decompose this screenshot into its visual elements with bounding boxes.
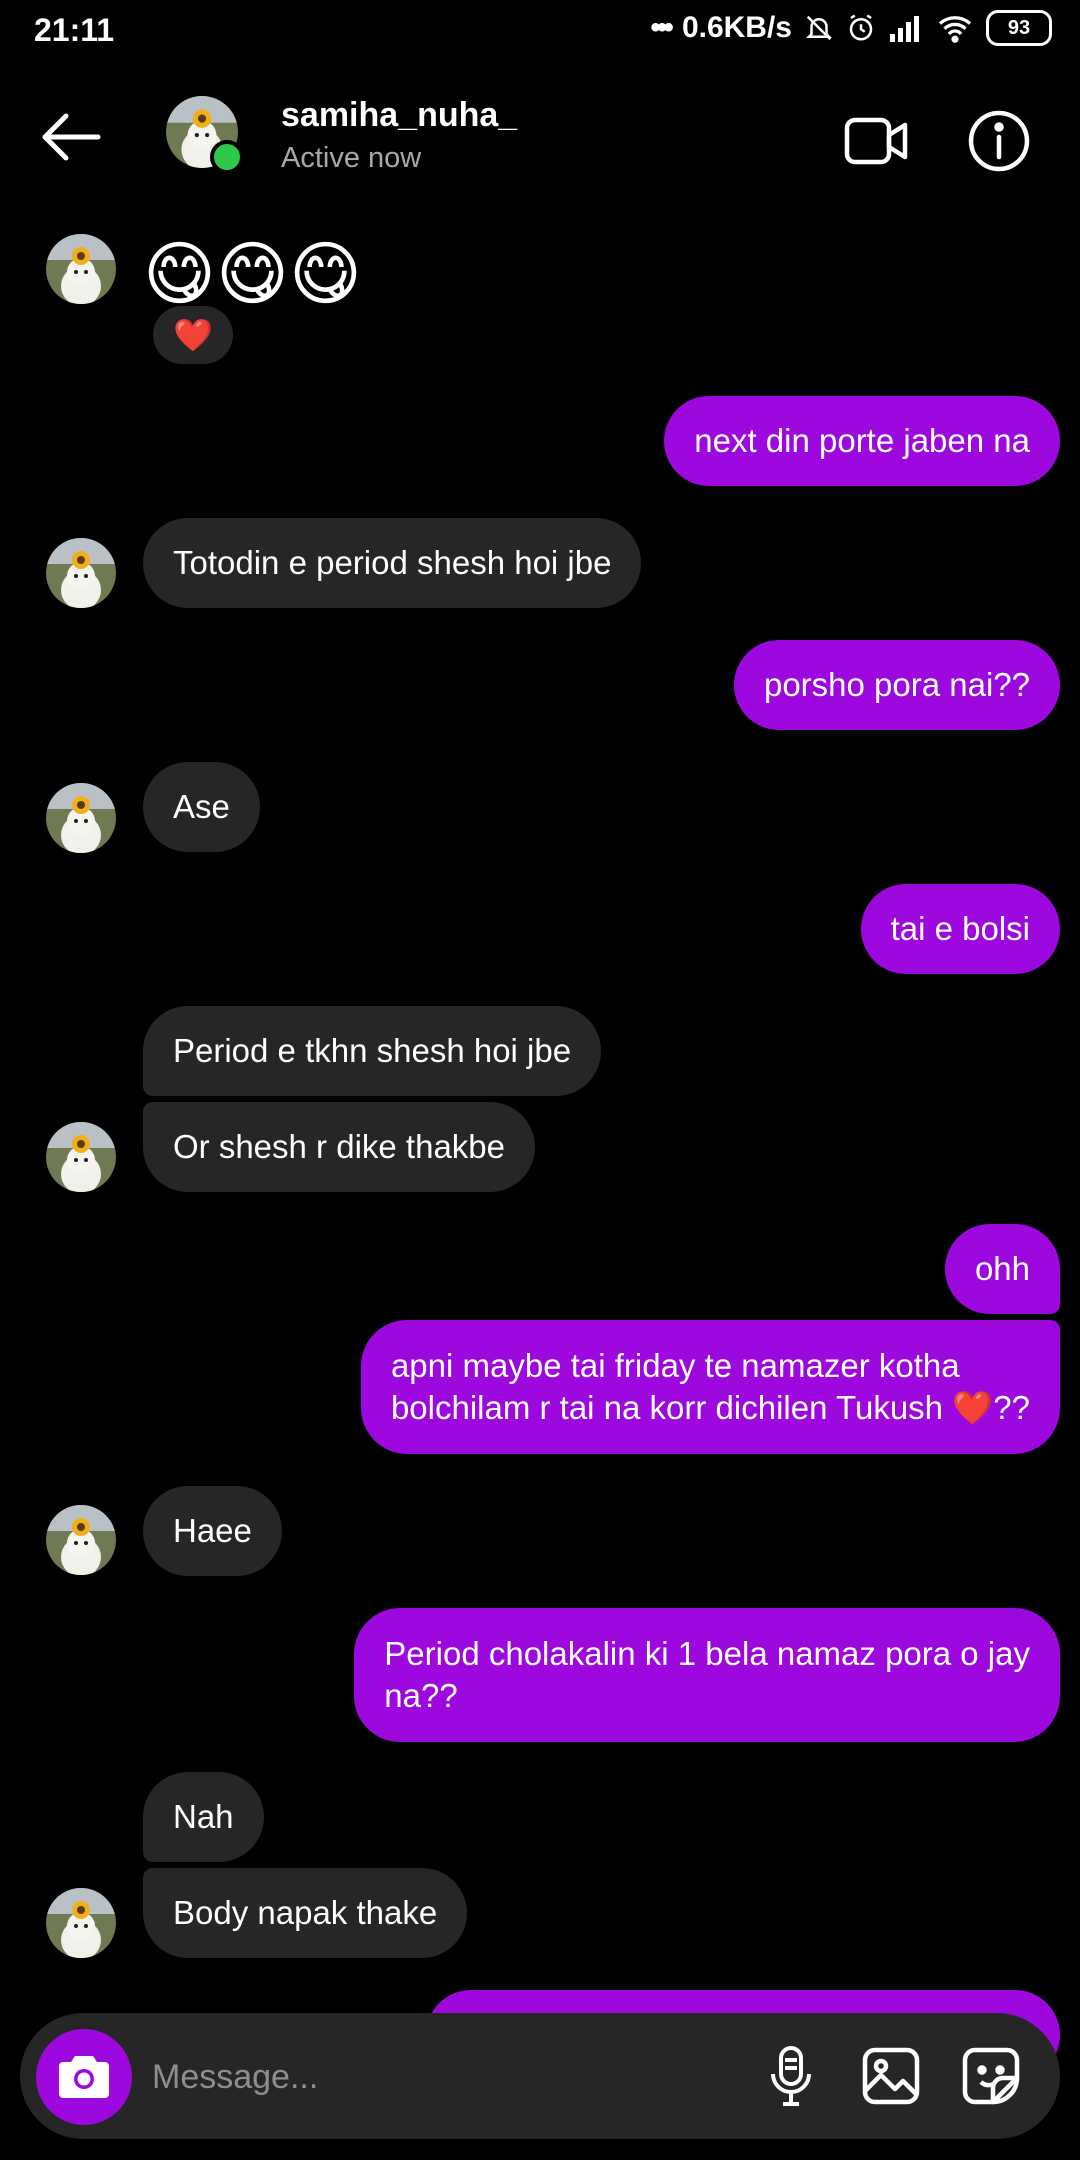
message-text: porsho pora nai?? xyxy=(763,666,1030,703)
message-bubble-received[interactable]: Period e tkhn shesh hoi jbe xyxy=(143,1006,602,1096)
message-bubble-sent[interactable]: ohh xyxy=(944,1224,1060,1314)
more-dots-icon: ••• xyxy=(650,11,673,44)
message-bubble-received[interactable]: Body napak thake xyxy=(143,1868,468,1958)
message-text: Or shesh r dike thakbe xyxy=(173,1128,505,1165)
message-text: next din porte jaben na xyxy=(694,422,1030,459)
mute-bell-icon xyxy=(804,13,834,43)
message-text: ohh xyxy=(974,1250,1030,1287)
message-text: na?? xyxy=(384,1677,458,1714)
avatar[interactable] xyxy=(46,234,116,304)
avatar[interactable] xyxy=(46,1122,116,1192)
message-composer xyxy=(20,2013,1060,2139)
message-text: tai e bolsi xyxy=(890,910,1030,947)
message-text: Nah xyxy=(173,1798,234,1835)
status-bar: 21:11 ••• 0.6KB/s 93 xyxy=(0,0,1080,62)
status-icons: ••• 0.6KB/s 93 xyxy=(650,10,1052,46)
emoji-text: 😋😋😋 xyxy=(143,235,362,313)
signal-icon xyxy=(888,14,924,42)
network-speed: 0.6KB/s xyxy=(681,11,792,44)
battery-indicator: 93 xyxy=(986,10,1052,46)
message-bubble-sent[interactable]: Period cholakalin ki 1 bela namaz pora o… xyxy=(354,1608,1060,1742)
sticker-button[interactable] xyxy=(958,2043,1024,2109)
gallery-button[interactable] xyxy=(858,2043,924,2109)
contact-status: Active now xyxy=(281,142,422,174)
wifi-icon xyxy=(936,13,974,43)
message-text: bolchilam r tai na korr dichilen Tukush … xyxy=(390,1389,1030,1426)
status-time: 21:11 xyxy=(34,12,115,48)
message-text: Body napak thake xyxy=(173,1894,438,1931)
contact-name[interactable]: samiha_nuha_ xyxy=(281,96,517,135)
info-icon xyxy=(968,110,1030,172)
video-call-button[interactable] xyxy=(844,110,910,172)
microphone-button[interactable] xyxy=(758,2043,824,2109)
avatar[interactable] xyxy=(46,1505,116,1575)
camera-icon xyxy=(59,2056,109,2098)
message-text: apni maybe tai friday te namazer kotha xyxy=(390,1347,960,1384)
alarm-icon xyxy=(846,13,876,43)
message-text: Haee xyxy=(173,1512,252,1549)
video-camera-icon xyxy=(844,117,908,165)
back-button[interactable] xyxy=(36,102,106,172)
message-bubble-received[interactable]: Ase xyxy=(143,762,260,852)
message-bubble-received[interactable]: Or shesh r dike thakbe xyxy=(143,1102,535,1192)
message-text: Ase xyxy=(173,788,230,825)
reaction-emoji: ❤️ xyxy=(173,317,213,353)
message-text: Totodin e period shesh hoi jbe xyxy=(173,544,612,581)
message-bubble-received[interactable]: Haee xyxy=(143,1486,282,1576)
message-bubble-sent[interactable]: tai e bolsi xyxy=(860,884,1060,974)
avatar[interactable] xyxy=(46,1888,116,1958)
image-icon xyxy=(862,2047,920,2105)
message-text: Period e tkhn shesh hoi jbe xyxy=(173,1032,572,1069)
message-bubble-received[interactable]: Nah xyxy=(143,1772,264,1862)
message-input[interactable] xyxy=(150,2049,714,2105)
camera-button[interactable] xyxy=(36,2029,132,2125)
message-bubble-sent[interactable]: porsho pora nai?? xyxy=(733,640,1060,730)
avatar[interactable] xyxy=(46,538,116,608)
sticker-icon xyxy=(962,2047,1020,2105)
avatar[interactable] xyxy=(46,783,116,853)
message-bubble-received[interactable]: Totodin e period shesh hoi jbe xyxy=(143,518,642,608)
info-button[interactable] xyxy=(966,108,1032,174)
microphone-icon xyxy=(771,2046,811,2106)
chat-header: samiha_nuha_ Active now xyxy=(0,70,1080,204)
back-arrow-icon xyxy=(42,113,101,161)
message-bubble-sent[interactable]: next din porte jaben na xyxy=(664,396,1060,486)
heart-reaction[interactable]: ❤️ xyxy=(153,306,233,364)
contact-avatar[interactable] xyxy=(166,96,244,174)
message-text: Period cholakalin ki 1 bela namaz pora o… xyxy=(384,1635,1030,1672)
online-indicator xyxy=(210,140,244,174)
message-bubble-sent[interactable]: apni maybe tai friday te namazer kotha b… xyxy=(360,1320,1060,1454)
emoji-message[interactable]: 😋😋😋 xyxy=(143,233,362,315)
